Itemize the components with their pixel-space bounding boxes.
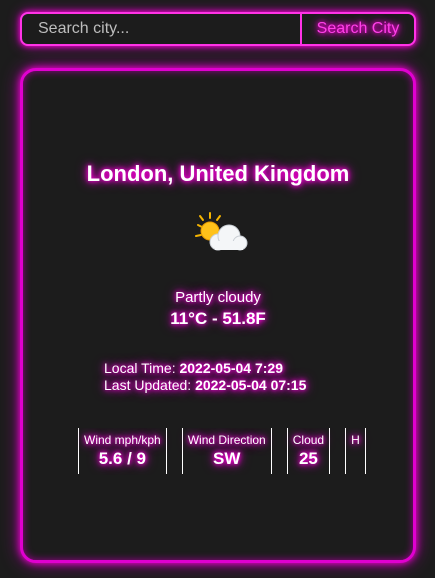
stat-label: H bbox=[351, 433, 360, 447]
temperature: 11°C - 51.8F bbox=[170, 309, 266, 328]
location-title: London, United Kingdom bbox=[86, 161, 350, 186]
stat-value: 5.6 / 9 bbox=[98, 449, 146, 468]
stat-wind-direction: Wind Direction SW bbox=[181, 428, 272, 474]
stat-label: Wind mph/kph bbox=[84, 433, 161, 447]
weather-stats: Wind mph/kph 5.6 / 9 Wind Direction SW C… bbox=[78, 428, 374, 475]
stat-value: SW bbox=[213, 449, 241, 468]
local-time-row: Local Time: 2022-05-04 7:29 bbox=[104, 360, 306, 377]
weather-card: London, United Kingdom Partly cloudy 11°… bbox=[20, 68, 416, 563]
stat-value: 25 bbox=[298, 449, 318, 468]
stat-cloud: Cloud 25 bbox=[286, 428, 331, 474]
last-updated-label: Last Updated: bbox=[104, 377, 196, 393]
local-time-label: Local Time: bbox=[104, 360, 180, 376]
local-time-value: 2022-05-04 7:29 bbox=[179, 360, 284, 376]
stat-label: Wind Direction bbox=[187, 433, 266, 447]
search-input[interactable] bbox=[22, 14, 300, 44]
search-city-button[interactable]: Search City bbox=[300, 14, 414, 44]
last-updated-value: 2022-05-04 07:15 bbox=[195, 377, 307, 393]
stat-wind-speed: Wind mph/kph 5.6 / 9 bbox=[78, 428, 167, 474]
partly-cloudy-icon bbox=[191, 211, 251, 255]
last-updated-row: Last Updated: 2022-05-04 07:15 bbox=[104, 377, 306, 394]
time-info: Local Time: 2022-05-04 7:29 Last Updated… bbox=[104, 360, 306, 394]
stat-humidity: H bbox=[345, 428, 366, 474]
stat-label: Cloud bbox=[292, 433, 325, 447]
weather-condition: Partly cloudy bbox=[175, 289, 261, 306]
search-bar: Search City bbox=[20, 12, 416, 46]
